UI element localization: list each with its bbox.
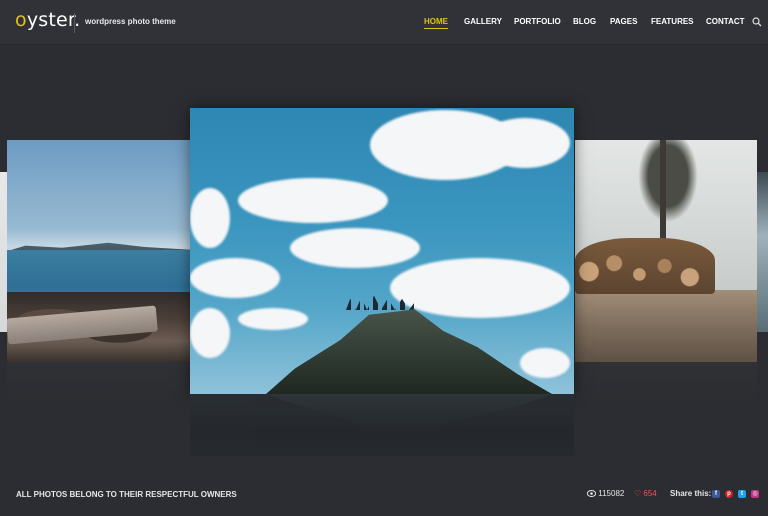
nav-gallery[interactable]: GALLERY bbox=[464, 17, 502, 26]
cloud bbox=[190, 258, 280, 298]
forest-ground bbox=[575, 290, 757, 362]
slide-sea-rocks[interactable] bbox=[7, 140, 191, 362]
pinterest-icon[interactable]: p bbox=[725, 490, 733, 498]
nav-contact[interactable]: CONTACT bbox=[706, 17, 745, 26]
cloud bbox=[290, 228, 420, 268]
mountain-peak bbox=[266, 309, 552, 394]
cloud bbox=[190, 188, 230, 248]
cloud bbox=[480, 118, 570, 168]
photo-slider bbox=[0, 46, 768, 466]
cloud bbox=[520, 348, 570, 378]
slide-edge-right[interactable] bbox=[757, 172, 768, 332]
eye-icon bbox=[586, 490, 597, 497]
likes-count[interactable]: ♡ 654 bbox=[634, 489, 657, 498]
site-header: oyster. wordpress photo theme HOME GALLE… bbox=[0, 0, 768, 45]
twitter-icon[interactable]: t bbox=[738, 490, 746, 498]
slide-edge-left[interactable] bbox=[0, 172, 7, 332]
facebook-icon[interactable]: f bbox=[712, 490, 720, 498]
log-pile bbox=[575, 238, 715, 294]
slide-reflection-center bbox=[190, 394, 574, 456]
slide-reflection-left bbox=[7, 362, 191, 402]
photo-stats: 115082 ♡ 654 Share this: f p t ◎ bbox=[0, 489, 768, 501]
search-icon[interactable] bbox=[752, 17, 762, 27]
slide-forest-logs[interactable] bbox=[575, 140, 757, 362]
nav-blog[interactable]: BLOG bbox=[573, 17, 596, 26]
cloud bbox=[238, 308, 308, 330]
heart-icon: ♡ bbox=[634, 489, 642, 498]
instagram-icon[interactable]: ◎ bbox=[751, 490, 759, 498]
main-nav: HOME GALLERY PORTFOLIO BLOG PAGES FEATUR… bbox=[0, 17, 768, 31]
likes-value: 654 bbox=[643, 489, 657, 498]
views-value: 115082 bbox=[598, 489, 625, 498]
slide-mountain-peak[interactable] bbox=[190, 108, 574, 394]
cloud bbox=[390, 258, 570, 318]
nav-features[interactable]: FEATURES bbox=[651, 17, 694, 26]
cloud bbox=[238, 178, 388, 223]
views-count: 115082 bbox=[586, 489, 625, 498]
share-label: Share this: bbox=[670, 489, 712, 498]
nav-home[interactable]: HOME bbox=[424, 17, 448, 29]
nav-pages[interactable]: PAGES bbox=[610, 17, 637, 26]
nav-portfolio[interactable]: PORTFOLIO bbox=[514, 17, 561, 26]
peak-reflection bbox=[266, 394, 552, 430]
cloud bbox=[190, 308, 230, 358]
tree-foliage bbox=[633, 140, 703, 230]
slide-reflection-right bbox=[575, 362, 757, 402]
